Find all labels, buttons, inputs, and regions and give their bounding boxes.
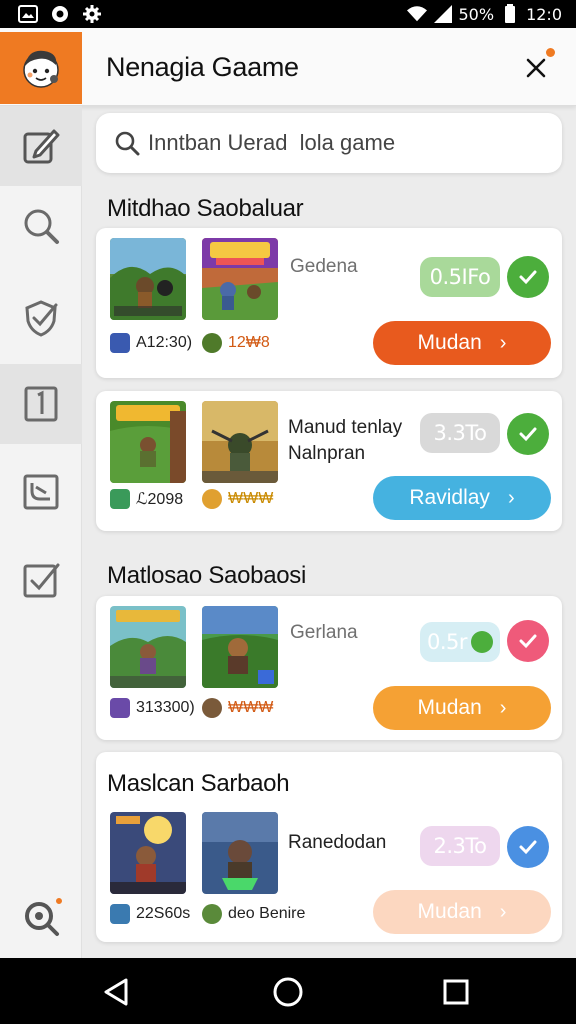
price-pill: 0.5IFo xyxy=(420,257,500,297)
close-icon xyxy=(526,58,546,78)
game-thumbnail[interactable] xyxy=(110,238,186,320)
app-logo[interactable] xyxy=(0,32,82,104)
edit-icon xyxy=(23,129,60,164)
sidebar-item-one[interactable] xyxy=(0,364,82,444)
game-label: Gedena xyxy=(290,256,358,277)
sidebar-item-edit[interactable] xyxy=(0,106,82,186)
game-label: Gerlana xyxy=(290,622,358,643)
game-stat: 22S60s xyxy=(110,904,190,924)
game-stat: deo Benire xyxy=(202,904,305,924)
status-bar: 50% 12:0 xyxy=(0,0,576,28)
check-badge[interactable] xyxy=(507,256,549,298)
game-thumbnail[interactable] xyxy=(202,812,278,894)
sidebar xyxy=(0,106,82,958)
battery-icon xyxy=(500,4,520,24)
game-label: Ranedodan xyxy=(288,832,387,853)
price-pill: 2.3To xyxy=(420,826,500,866)
game-stat: 12₩8 xyxy=(202,333,270,353)
sidebar-item-search-alert[interactable] xyxy=(0,878,82,958)
section-title: Mitdhao Saobaluar xyxy=(107,195,304,222)
notification-dot xyxy=(54,896,64,906)
app-header: Nenagia Gaame xyxy=(0,28,576,106)
game-card[interactable]: ℒ2098 ₩₩₩ Manud tenlay Nalnpran 3.3To Ra… xyxy=(96,391,562,531)
gem-icon xyxy=(110,698,130,718)
wifi-icon xyxy=(406,4,427,24)
search-bar[interactable] xyxy=(96,113,562,173)
chevron-right-icon: › xyxy=(507,486,515,509)
search-icon xyxy=(115,131,140,156)
game-card[interactable]: A12:30) 12₩8 Gedena 0.5IFo Mudan › xyxy=(96,228,562,378)
sidebar-item-shield[interactable] xyxy=(0,278,82,358)
chevron-right-icon: › xyxy=(499,331,507,354)
chevron-right-icon: › xyxy=(499,696,507,719)
image-icon xyxy=(18,4,38,24)
game-thumbnail[interactable] xyxy=(110,812,186,894)
chevron-right-icon: › xyxy=(499,900,507,923)
badge-icon xyxy=(471,631,494,653)
mascot-face-icon xyxy=(23,50,59,88)
chat-bubble-icon xyxy=(50,4,70,24)
game-stat: A12:30) xyxy=(110,333,192,353)
coin-icon xyxy=(202,698,222,718)
game-stat: ₩₩₩ xyxy=(202,698,273,718)
game-thumbnail[interactable] xyxy=(110,401,186,483)
system-nav-bar xyxy=(0,958,576,1024)
home-button[interactable] xyxy=(270,974,306,1010)
coin-icon xyxy=(202,489,222,509)
game-thumbnail[interactable] xyxy=(202,238,278,320)
sidebar-item-checkbox[interactable] xyxy=(0,540,82,620)
search-icon xyxy=(24,209,59,244)
game-label: Manud tenlay Nalnpran xyxy=(288,417,403,464)
game-thumbnail[interactable] xyxy=(202,401,278,483)
mudan-button[interactable]: Mudan › xyxy=(373,890,551,934)
clock: 12:0 xyxy=(526,4,562,24)
check-icon xyxy=(519,270,537,285)
game-stat: 313300) xyxy=(110,698,195,718)
game-card[interactable]: 313300) ₩₩₩ Gerlana 0.5r Mudan › xyxy=(96,596,562,740)
back-button[interactable] xyxy=(98,974,134,1010)
globe-icon xyxy=(202,904,222,924)
checkbox-icon xyxy=(23,563,60,598)
check-icon xyxy=(519,840,537,855)
mudan-button[interactable]: Mudan › xyxy=(373,686,551,730)
section-title: Maslcan Sarbaoh xyxy=(107,770,290,797)
sword-icon xyxy=(110,333,130,353)
check-badge[interactable] xyxy=(507,620,549,662)
recents-square-icon xyxy=(443,979,469,1005)
sidebar-item-search[interactable] xyxy=(0,186,82,266)
price-pill: 3.3To xyxy=(420,413,500,453)
home-circle-icon xyxy=(273,977,303,1007)
check-icon xyxy=(519,427,537,442)
notification-dot xyxy=(546,48,555,57)
search-alert-icon xyxy=(25,902,59,936)
puzzle-icon xyxy=(110,489,130,509)
battery-percent: 50% xyxy=(458,4,495,24)
section-title: Matlosao Saobaosi xyxy=(107,562,307,589)
check-icon xyxy=(519,634,537,649)
game-stat: ₩₩₩ xyxy=(202,489,273,509)
recents-button[interactable] xyxy=(438,974,474,1010)
game-thumbnail[interactable] xyxy=(110,606,186,688)
check-badge[interactable] xyxy=(507,413,549,455)
mudan-button[interactable]: Mudan › xyxy=(373,321,551,365)
app-title: Nenagia Gaame xyxy=(106,52,299,82)
back-triangle-icon xyxy=(104,978,128,1006)
game-stat: ℒ2098 xyxy=(110,489,183,509)
sidebar-item-list[interactable] xyxy=(0,452,82,532)
price-pill: 0.5r xyxy=(420,622,500,662)
list-edit-icon xyxy=(23,474,59,510)
game-thumbnail[interactable] xyxy=(202,606,278,688)
signal-icon xyxy=(433,4,453,24)
search-input[interactable] xyxy=(148,130,548,156)
globe-icon xyxy=(202,333,222,353)
sword-icon xyxy=(110,904,130,924)
settings-icon xyxy=(82,4,102,24)
number-one-icon xyxy=(24,386,58,422)
shield-check-icon xyxy=(25,300,58,337)
ravidlay-button[interactable]: Ravidlay › xyxy=(373,476,551,520)
check-badge[interactable] xyxy=(507,826,549,868)
